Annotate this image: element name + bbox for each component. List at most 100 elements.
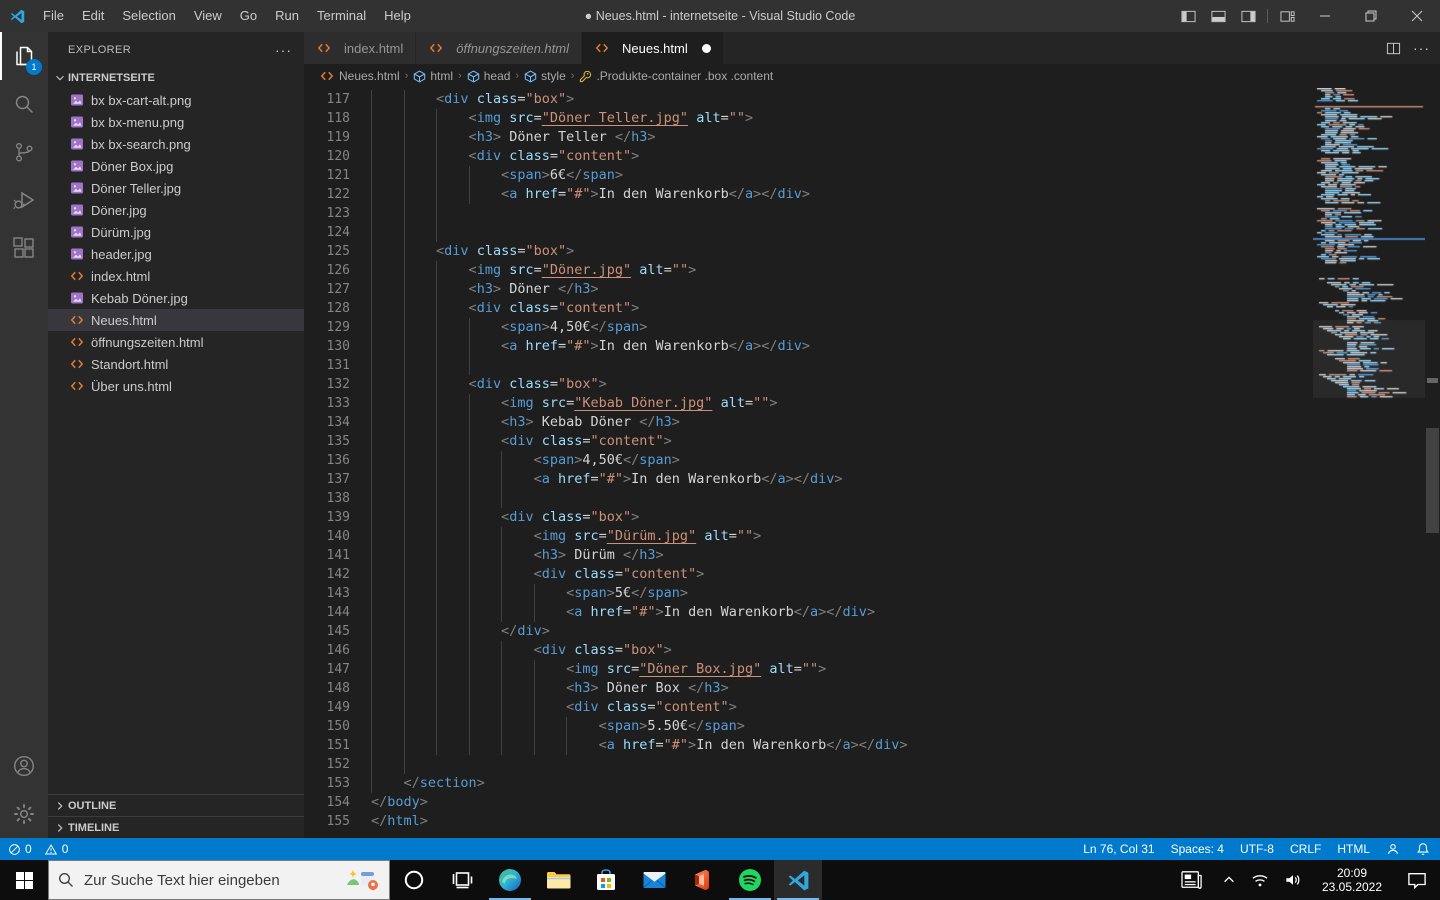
code-line[interactable]: 122 <a href="#">In den Warenkorb</a></di… (304, 185, 1440, 204)
line-number[interactable]: 142 (304, 565, 350, 584)
menu-view[interactable]: View (185, 0, 231, 32)
code-line[interactable]: 140 <img src="Dürüm.jpg" alt=""> (304, 527, 1440, 546)
code-line[interactable]: 125 <div class="box"> (304, 242, 1440, 261)
file-item[interactable]: Dürüm.jpg (48, 221, 304, 243)
line-number[interactable]: 133 (304, 394, 350, 413)
line-number[interactable]: 139 (304, 508, 350, 527)
status-language-mode[interactable]: HTML (1337, 842, 1370, 856)
restore-button[interactable] (1348, 0, 1394, 32)
line-number[interactable]: 153 (304, 774, 350, 793)
line-number[interactable]: 124 (304, 223, 350, 242)
line-number[interactable]: 141 (304, 546, 350, 565)
code-line[interactable]: 144 <a href="#">In den Warenkorb</a></di… (304, 603, 1440, 622)
file-item[interactable]: Döner Box.jpg (48, 155, 304, 177)
code-line[interactable]: 151 <a href="#">In den Warenkorb</a></di… (304, 736, 1440, 755)
line-number[interactable]: 152 (304, 755, 350, 774)
breadcrumb-item[interactable]: style (524, 69, 566, 83)
line-number[interactable]: 137 (304, 470, 350, 489)
line-number[interactable]: 147 (304, 660, 350, 679)
taskbar-task-view-icon[interactable] (438, 860, 486, 900)
line-number[interactable]: 155 (304, 812, 350, 831)
taskbar-vscode-icon[interactable] (774, 860, 822, 900)
file-item[interactable]: Standort.html (48, 353, 304, 375)
breadcrumb-item[interactable]: .Produkte-container .box .content (579, 69, 773, 83)
activitybar-accounts-icon[interactable] (0, 742, 48, 790)
code-line[interactable]: 117 <div class="box"> (304, 90, 1440, 109)
code-line[interactable]: 154 </body> (304, 793, 1440, 812)
code-line[interactable]: 130 <a href="#">In den Warenkorb</a></di… (304, 337, 1440, 356)
start-button[interactable] (0, 860, 48, 900)
activitybar-settings-icon[interactable] (0, 790, 48, 838)
code-line[interactable]: 147 <img src="Döner Box.jpg" alt=""> (304, 660, 1440, 679)
code-editor[interactable]: 117 <div class="box"> 118 <img src="Döner… (304, 88, 1440, 838)
file-item[interactable]: header.jpg (48, 243, 304, 265)
status-eol[interactable]: CRLF (1290, 842, 1321, 856)
line-number[interactable]: 140 (304, 527, 350, 546)
line-number[interactable]: 150 (304, 717, 350, 736)
menu-edit[interactable]: Edit (73, 0, 113, 32)
line-number[interactable]: 151 (304, 736, 350, 755)
line-number[interactable]: 117 (304, 90, 350, 109)
taskbar-edge-icon[interactable] (486, 860, 534, 900)
menu-go[interactable]: Go (231, 0, 266, 32)
menu-run[interactable]: Run (266, 0, 308, 32)
line-number[interactable]: 135 (304, 432, 350, 451)
toggle-panel-icon[interactable] (1203, 0, 1233, 32)
line-number[interactable]: 119 (304, 128, 350, 147)
code-line[interactable]: 141 <h3> Dürüm </h3> (304, 546, 1440, 565)
taskbar-office-icon[interactable] (678, 860, 726, 900)
code-line[interactable]: 118 <img src="Döner Teller.jpg" alt=""> (304, 109, 1440, 128)
editor-scrollbar[interactable] (1425, 88, 1440, 838)
taskbar-file-explorer-icon[interactable] (534, 860, 582, 900)
line-number[interactable]: 130 (304, 337, 350, 356)
outline-section-header[interactable]: OUTLINE (48, 794, 304, 816)
close-button[interactable] (1394, 0, 1440, 32)
code-line[interactable]: 142 <div class="content"> (304, 565, 1440, 584)
tab-index.html[interactable]: index.html (304, 32, 417, 64)
minimap[interactable] (1313, 88, 1425, 838)
code-line[interactable]: 120 <div class="content"> (304, 147, 1440, 166)
file-item[interactable]: öffnungszeiten.html (48, 331, 304, 353)
timeline-section-header[interactable]: TIMELINE (48, 816, 304, 838)
line-number[interactable]: 136 (304, 451, 350, 470)
line-number[interactable]: 121 (304, 166, 350, 185)
code-line[interactable]: 153 </section> (304, 774, 1440, 793)
menu-terminal[interactable]: Terminal (308, 0, 375, 32)
code-line[interactable]: 143 <span>5€</span> (304, 584, 1440, 603)
notifications-bell-icon[interactable] (1416, 842, 1430, 856)
line-number[interactable]: 128 (304, 299, 350, 318)
problems-indicator[interactable]: 0 0 (8, 842, 68, 856)
taskbar-mail-icon[interactable] (630, 860, 678, 900)
news-widget-icon[interactable] (1170, 860, 1214, 900)
line-number[interactable]: 118 (304, 109, 350, 128)
taskbar-store-icon[interactable] (582, 860, 630, 900)
code-line[interactable]: 138 (304, 489, 1440, 508)
line-number[interactable]: 129 (304, 318, 350, 337)
menu-help[interactable]: Help (375, 0, 420, 32)
code-line[interactable]: 139 <div class="box"> (304, 508, 1440, 527)
file-item[interactable]: Neues.html (48, 309, 304, 331)
code-line[interactable]: 136 <span>4,50€</span> (304, 451, 1440, 470)
toggle-sidebar-icon[interactable] (1173, 0, 1203, 32)
action-center-icon[interactable] (1394, 860, 1440, 900)
file-item[interactable]: bx bx-menu.png (48, 111, 304, 133)
tab-Neues.html[interactable]: Neues.html (581, 32, 724, 64)
scrollbar-thumb[interactable] (1426, 428, 1439, 533)
line-number[interactable]: 154 (304, 793, 350, 812)
code-line[interactable]: 121 <span>6€</span> (304, 166, 1440, 185)
line-number[interactable]: 149 (304, 698, 350, 717)
code-line[interactable]: 148 <h3> Döner Box </h3> (304, 679, 1440, 698)
line-number[interactable]: 122 (304, 185, 350, 204)
status-encoding[interactable]: UTF-8 (1240, 842, 1274, 856)
split-editor-icon[interactable] (1386, 41, 1401, 56)
workspace-section-header[interactable]: INTERNETSEITE (48, 67, 304, 89)
line-number[interactable]: 145 (304, 622, 350, 641)
line-number[interactable]: 123 (304, 204, 350, 223)
code-line[interactable]: 134 <h3> Kebab Döner </h3> (304, 413, 1440, 432)
minimize-button[interactable] (1302, 0, 1348, 32)
file-item[interactable]: Über uns.html (48, 375, 304, 397)
file-item[interactable]: bx bx-search.png (48, 133, 304, 155)
feedback-icon[interactable] (1386, 842, 1400, 856)
code-line[interactable]: 129 <span>4,50€</span> (304, 318, 1440, 337)
code-line[interactable]: 133 <img src="Kebab Döner.jpg" alt=""> (304, 394, 1440, 413)
